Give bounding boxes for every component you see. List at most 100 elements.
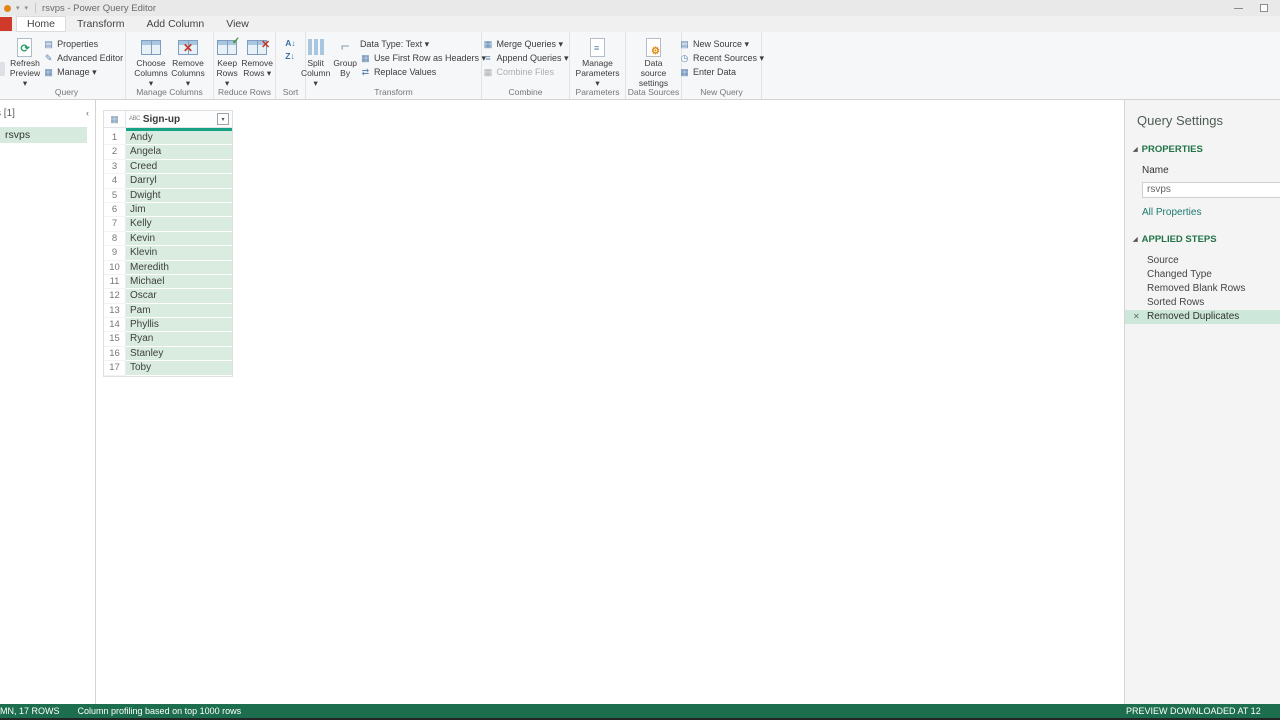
table-cell[interactable]: Toby: [126, 361, 232, 376]
applied-step[interactable]: ✕ Removed Blank Rows: [1125, 282, 1280, 296]
profiling-status[interactable]: Column profiling based on top 1000 rows: [78, 704, 242, 718]
recent-sources-button[interactable]: ◷ Recent Sources ▾: [679, 52, 765, 64]
collapse-pane-icon[interactable]: ‹: [86, 108, 89, 118]
applied-steps-section-header[interactable]: ◢ APPLIED STEPS: [1133, 234, 1280, 245]
table-cell[interactable]: Oscar: [126, 289, 232, 304]
table-row[interactable]: 3 Creed: [104, 159, 232, 175]
query-name-field[interactable]: [1142, 181, 1280, 198]
new-source-button[interactable]: ▤ New Source ▾: [679, 38, 764, 50]
table-cell[interactable]: Dwight: [126, 188, 232, 203]
recent-sources-icon: ◷: [680, 52, 689, 63]
applied-step[interactable]: ✕ Removed Duplicates: [1125, 309, 1280, 324]
ribbon-tab[interactable]: Add Column: [135, 16, 215, 32]
name-label: Name: [1142, 165, 1169, 176]
table-row[interactable]: 8 Kevin: [104, 231, 232, 247]
properties-section-header[interactable]: ◢ PROPERTIES: [1133, 144, 1280, 155]
table-cell[interactable]: Ryan: [126, 332, 232, 347]
group-by-button[interactable]: ⌐ Group By: [333, 35, 357, 79]
ribbon-tab[interactable]: View: [215, 16, 260, 32]
table-row[interactable]: 11 Michael: [104, 274, 232, 290]
sort-descending-icon[interactable]: Z↓: [285, 51, 295, 61]
split-column-button[interactable]: Split Column ▾: [301, 35, 330, 88]
keep-rows-button[interactable]: ✓ Keep Rows ▾: [216, 35, 241, 88]
table-row[interactable]: 7 Kelly: [104, 217, 232, 232]
table-row[interactable]: 1 Andy: [104, 131, 232, 146]
ribbon-tab[interactable]: Home: [16, 16, 67, 32]
group-label-new-query: New Query: [700, 87, 743, 97]
manage-button[interactable]: ▦ Manage ▾: [43, 66, 123, 78]
data-type-button[interactable]: Data Type: Text ▾: [360, 38, 486, 50]
applied-step[interactable]: ✕ Source: [1125, 254, 1280, 268]
table-cell[interactable]: Creed: [126, 159, 232, 175]
replace-values-button[interactable]: ⇄ Replace Values: [360, 66, 486, 78]
table-cell[interactable]: Angela: [126, 145, 232, 160]
select-all-corner[interactable]: ▦: [104, 111, 126, 127]
choose-columns-button[interactable]: Choose Columns ▾: [134, 35, 168, 88]
column-filter-button[interactable]: ▾: [217, 113, 229, 125]
table-row[interactable]: 5 Dwight: [104, 188, 232, 203]
table-cell[interactable]: Darryl: [126, 174, 232, 189]
table-row[interactable]: 2 Angela: [104, 145, 232, 160]
table-cell[interactable]: Klevin: [126, 246, 232, 261]
advanced-editor-button[interactable]: ✎ Advanced Editor: [43, 52, 123, 64]
row-number: 6: [104, 202, 126, 218]
query-list-item[interactable]: rsvps: [0, 127, 87, 143]
remove-columns-button[interactable]: ✕ Remove Columns ▾: [171, 35, 205, 88]
choose-columns-icon: [141, 39, 161, 55]
append-queries-button[interactable]: ≡ Append Queries ▾: [482, 52, 568, 64]
ribbon-group-query: ⟳ Refresh Preview ▾ ▤ Properties ✎ Advan…: [8, 32, 126, 99]
use-first-row-as-headers-button[interactable]: ▦ Use First Row as Headers ▾: [360, 52, 486, 64]
table-row[interactable]: 17 Toby: [104, 361, 232, 376]
table-row[interactable]: 9 Klevin: [104, 246, 232, 261]
row-number: 16: [104, 346, 126, 362]
column-header-signup[interactable]: ABC Sign-up ▾: [126, 111, 232, 127]
data-source-settings-button[interactable]: ⚙ Data source settings: [637, 35, 671, 88]
table-cell[interactable]: Michael: [126, 274, 232, 290]
table-cell[interactable]: Kevin: [126, 231, 232, 247]
table-row[interactable]: 16 Stanley: [104, 346, 232, 362]
minimize-button[interactable]: [1234, 7, 1243, 9]
table-row[interactable]: 15 Ryan: [104, 332, 232, 347]
table-row[interactable]: 4 Darryl: [104, 174, 232, 189]
table-row[interactable]: 14 Phyllis: [104, 318, 232, 333]
refresh-preview-icon: ⟳: [17, 37, 33, 57]
table-cell[interactable]: Kelly: [126, 217, 232, 232]
ribbon-tab[interactable]: Transform: [66, 16, 135, 32]
table-cell[interactable]: Pam: [126, 303, 232, 319]
applied-step-label: Removed Blank Rows: [1147, 282, 1246, 294]
all-properties-link[interactable]: All Properties: [1142, 207, 1280, 218]
merge-queries-icon: ▦: [483, 38, 493, 49]
table-row[interactable]: 12 Oscar: [104, 289, 232, 304]
new-source-icon: ▤: [680, 38, 689, 49]
applied-step[interactable]: ✕ Sorted Rows: [1125, 296, 1280, 310]
ribbon-group-transform: Split Column ▾ ⌐ Group By Data Type: Tex…: [301, 32, 486, 99]
quick-access-dropdown-icon[interactable]: ▾: [16, 4, 20, 12]
table-cell[interactable]: Andy: [126, 131, 232, 146]
table-cell[interactable]: Jim: [126, 202, 232, 218]
table-cell[interactable]: Stanley: [126, 346, 232, 362]
remove-rows-button[interactable]: ✕ Remove Rows ▾: [241, 35, 273, 79]
window-title: rsvps - Power Query Editor: [42, 2, 157, 14]
group-label-data-sources: Data Sources: [627, 87, 680, 97]
clipped-button-fragment: [0, 62, 5, 76]
table-row[interactable]: 10 Meredith: [104, 260, 232, 275]
table-row[interactable]: 13 Pam: [104, 303, 232, 319]
applied-step[interactable]: ✕ Changed Type: [1125, 268, 1280, 282]
applied-step-label: Sorted Rows: [1147, 296, 1205, 308]
ribbon: ⟳ Refresh Preview ▾ ▤ Properties ✎ Advan…: [0, 32, 1280, 100]
table-corner-icon: ▦: [110, 113, 119, 124]
restore-button[interactable]: [1260, 4, 1268, 12]
table-cell[interactable]: Meredith: [126, 260, 232, 275]
manage-parameters-button[interactable]: ≡ Manage Parameters ▾: [576, 35, 619, 88]
quick-access-dropdown-icon[interactable]: ▾: [25, 4, 29, 12]
app-icon: [4, 4, 11, 12]
file-button-fragment[interactable]: [0, 17, 12, 31]
enter-data-button[interactable]: ▦ Enter Data: [679, 66, 764, 78]
delete-step-icon[interactable]: ✕: [1133, 310, 1140, 324]
table-cell[interactable]: Phyllis: [126, 318, 232, 333]
table-row[interactable]: 6 Jim: [104, 202, 232, 218]
refresh-preview-button[interactable]: ⟳ Refresh Preview ▾: [10, 35, 40, 88]
properties-button[interactable]: ▤ Properties: [43, 38, 123, 50]
sort-ascending-icon[interactable]: A↓: [285, 39, 295, 48]
merge-queries-button[interactable]: ▦ Merge Queries ▾: [482, 38, 568, 50]
